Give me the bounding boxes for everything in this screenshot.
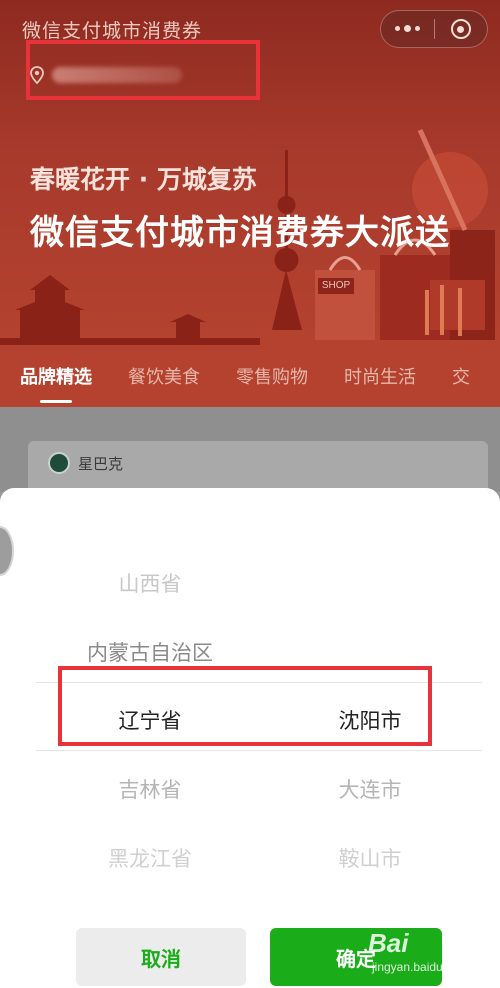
banner-headline: 微信支付城市消费券大派送	[30, 213, 450, 253]
tab-retail[interactable]: 零售购物	[236, 363, 308, 389]
brand-header: 星巴克	[48, 452, 123, 474]
selection-highlight-box	[58, 666, 432, 746]
shop-sign: SHOP	[318, 278, 354, 294]
mini-program-capsule	[380, 10, 488, 48]
tab-brand-picks[interactable]: 品牌精选	[20, 363, 92, 403]
confirm-button[interactable]: 确定	[270, 928, 442, 986]
picker-indicator-bottom	[36, 750, 482, 751]
brand-name: 星巴克	[78, 454, 124, 473]
tab-lifestyle[interactable]: 时尚生活	[344, 363, 416, 389]
starbucks-logo-icon	[48, 452, 70, 474]
picker-province-option[interactable]: 山西省	[70, 568, 230, 598]
picker-province-option[interactable]: 黑龙江省	[70, 843, 230, 873]
pagoda-illustration	[0, 275, 260, 345]
close-mini-program-button[interactable]	[435, 11, 488, 47]
picker-city-option[interactable]: 鞍山市	[290, 843, 450, 873]
banner-slogan: 春暖花开 · 万城复苏	[30, 165, 257, 194]
picker-province-option[interactable]: 内蒙古自治区	[60, 637, 240, 667]
promo-banner: SHOP 微信支付城市消费券 春暖花开 · 万城复苏 微信支付城市消费券大派送	[0, 0, 500, 345]
category-tabs: 品牌精选 餐饮美食 零售购物 时尚生活 交	[0, 345, 500, 407]
location-highlight-box	[26, 40, 260, 100]
tab-more[interactable]: 交	[452, 363, 470, 389]
more-button[interactable]	[381, 11, 434, 47]
more-dots-icon	[394, 25, 420, 32]
cancel-button[interactable]: 取消	[76, 928, 246, 986]
mini-program-title: 微信支付城市消费券	[22, 20, 203, 42]
target-circle-icon	[450, 19, 471, 39]
picker-city-option[interactable]: 大连市	[290, 774, 450, 804]
tab-food[interactable]: 餐饮美食	[128, 363, 200, 389]
picker-province-option[interactable]: 吉林省	[70, 774, 230, 804]
